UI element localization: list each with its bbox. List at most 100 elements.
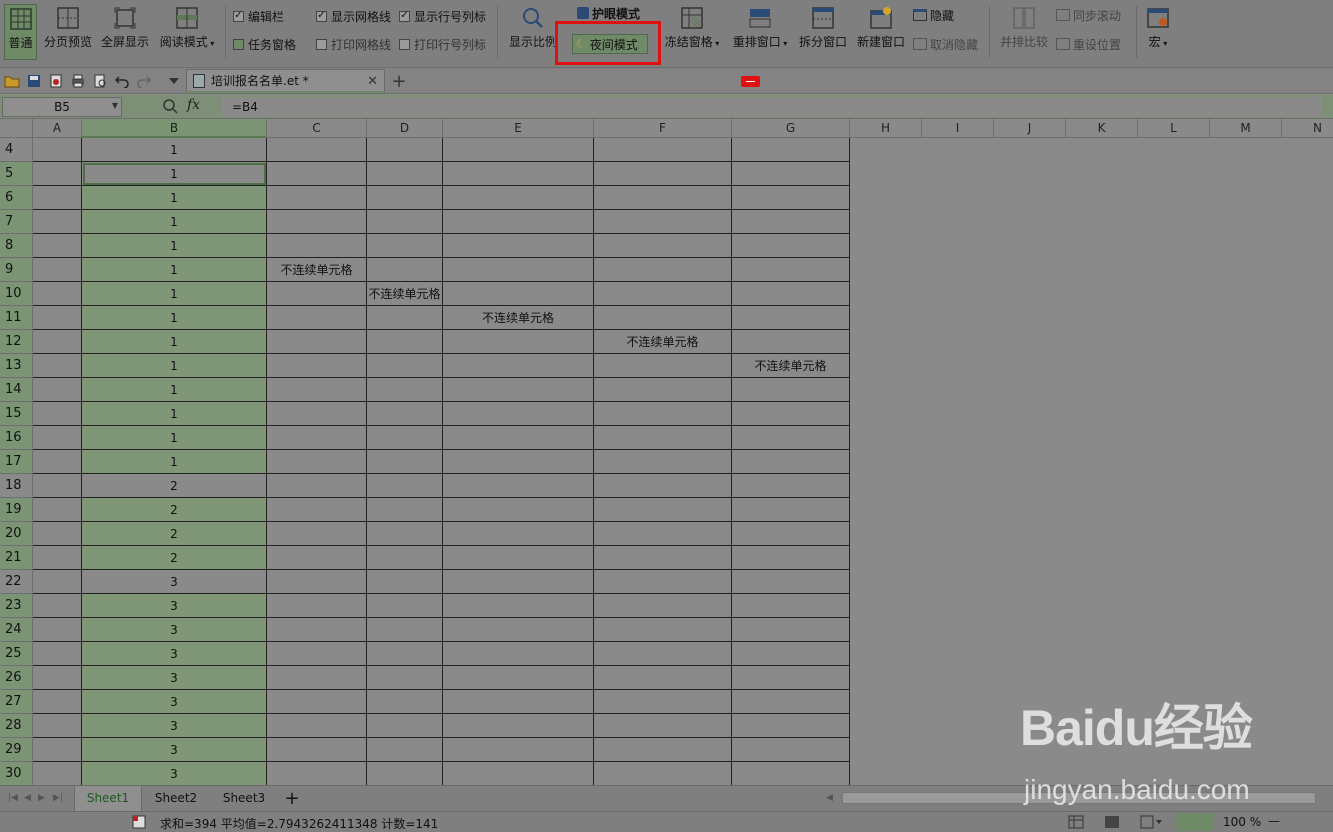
row-header[interactable]: 20 bbox=[0, 522, 33, 546]
open-folder-icon[interactable] bbox=[4, 73, 20, 89]
cell-a17[interactable] bbox=[33, 450, 82, 474]
row-header[interactable]: 30 bbox=[0, 762, 33, 785]
cell-b6[interactable]: 1 bbox=[82, 186, 267, 210]
row-header[interactable]: 24 bbox=[0, 618, 33, 642]
cell-g6[interactable] bbox=[732, 186, 850, 210]
row-header[interactable]: 19 bbox=[0, 498, 33, 522]
cell-c27[interactable] bbox=[267, 690, 367, 714]
cell-g17[interactable] bbox=[732, 450, 850, 474]
cell-d19[interactable] bbox=[367, 498, 443, 522]
cell-c18[interactable] bbox=[267, 474, 367, 498]
reading-mode-button[interactable]: 阅读模式 ▾ bbox=[157, 4, 217, 60]
cell-f30[interactable] bbox=[594, 762, 732, 785]
cell-g28[interactable] bbox=[732, 714, 850, 738]
cell-g18[interactable] bbox=[732, 474, 850, 498]
cell-c28[interactable] bbox=[267, 714, 367, 738]
cell-c14[interactable] bbox=[267, 378, 367, 402]
freeze-panes-button[interactable]: 冻结窗格 ▾ bbox=[662, 4, 722, 60]
row-header[interactable]: 7 bbox=[0, 210, 33, 234]
cell-c13[interactable] bbox=[267, 354, 367, 378]
row-header[interactable]: 18 bbox=[0, 474, 33, 498]
row-header[interactable]: 6 bbox=[0, 186, 33, 210]
cell-g22[interactable] bbox=[732, 570, 850, 594]
cell-f25[interactable] bbox=[594, 642, 732, 666]
column-header-e[interactable]: E bbox=[443, 119, 594, 138]
close-icon[interactable]: ✕ bbox=[367, 74, 378, 89]
column-header-n[interactable]: N bbox=[1282, 119, 1333, 138]
cell-c8[interactable] bbox=[267, 234, 367, 258]
page-break-preview-button[interactable]: 分页预览 bbox=[42, 4, 94, 60]
cell-c4[interactable] bbox=[267, 138, 367, 162]
page-layout-status-icon[interactable] bbox=[1140, 815, 1162, 832]
split-window-button[interactable]: 拆分窗口 bbox=[797, 4, 849, 60]
cell-b8[interactable]: 1 bbox=[82, 234, 267, 258]
cell-c9[interactable]: 不连续单元格 bbox=[267, 258, 367, 282]
cell-e29[interactable] bbox=[443, 738, 594, 762]
cell-f14[interactable] bbox=[594, 378, 732, 402]
cell-c26[interactable] bbox=[267, 666, 367, 690]
cell-d6[interactable] bbox=[367, 186, 443, 210]
cell-c29[interactable] bbox=[267, 738, 367, 762]
cell-a20[interactable] bbox=[33, 522, 82, 546]
cell-d23[interactable] bbox=[367, 594, 443, 618]
cell-c30[interactable] bbox=[267, 762, 367, 785]
cell-f16[interactable] bbox=[594, 426, 732, 450]
row-header[interactable]: 17 bbox=[0, 450, 33, 474]
full-screen-button[interactable]: 全屏显示 bbox=[99, 4, 151, 60]
cell-g30[interactable] bbox=[732, 762, 850, 785]
show-gridlines-checkbox[interactable]: ✓ 显示网格线 bbox=[316, 7, 391, 25]
cell-d8[interactable] bbox=[367, 234, 443, 258]
column-header-j[interactable]: J bbox=[994, 119, 1066, 138]
cell-b7[interactable]: 1 bbox=[82, 210, 267, 234]
macro-button[interactable]: 宏 ▾ bbox=[1143, 4, 1173, 60]
insert-function-icon[interactable]: fx bbox=[187, 97, 200, 113]
cell-c7[interactable] bbox=[267, 210, 367, 234]
print-preview-icon[interactable] bbox=[92, 73, 108, 89]
cell-a22[interactable] bbox=[33, 570, 82, 594]
cell-b21[interactable]: 2 bbox=[82, 546, 267, 570]
print-headers-checkbox[interactable]: 打印行号列标 bbox=[399, 35, 486, 53]
cell-d16[interactable] bbox=[367, 426, 443, 450]
print-icon[interactable] bbox=[70, 73, 86, 89]
search-function-icon[interactable] bbox=[162, 98, 178, 117]
cell-d30[interactable] bbox=[367, 762, 443, 785]
cell-f8[interactable] bbox=[594, 234, 732, 258]
row-header[interactable]: 4 bbox=[0, 138, 33, 162]
cell-e28[interactable] bbox=[443, 714, 594, 738]
cell-d25[interactable] bbox=[367, 642, 443, 666]
cell-a8[interactable] bbox=[33, 234, 82, 258]
cell-c24[interactable] bbox=[267, 618, 367, 642]
cell-g10[interactable] bbox=[732, 282, 850, 306]
cell-f18[interactable] bbox=[594, 474, 732, 498]
cell-f9[interactable] bbox=[594, 258, 732, 282]
name-box[interactable]: B5 ▼ bbox=[2, 97, 122, 117]
cell-c17[interactable] bbox=[267, 450, 367, 474]
sheet-tab-1[interactable]: Sheet1 bbox=[74, 786, 142, 811]
zoom-level[interactable]: 100 % bbox=[1223, 815, 1261, 829]
cell-g14[interactable] bbox=[732, 378, 850, 402]
cell-e11[interactable]: 不连续单元格 bbox=[443, 306, 594, 330]
cell-b26[interactable]: 3 bbox=[82, 666, 267, 690]
cell-e18[interactable] bbox=[443, 474, 594, 498]
cell-d24[interactable] bbox=[367, 618, 443, 642]
document-tab[interactable]: 培训报名名单.et * ✕ bbox=[186, 69, 385, 93]
column-header-k[interactable]: K bbox=[1066, 119, 1138, 138]
cell-e30[interactable] bbox=[443, 762, 594, 785]
row-header[interactable]: 8 bbox=[0, 234, 33, 258]
cell-g23[interactable] bbox=[732, 594, 850, 618]
cell-g27[interactable] bbox=[732, 690, 850, 714]
cell-f27[interactable] bbox=[594, 690, 732, 714]
cell-f7[interactable] bbox=[594, 210, 732, 234]
cell-b23[interactable]: 3 bbox=[82, 594, 267, 618]
cell-d7[interactable] bbox=[367, 210, 443, 234]
cell-a14[interactable] bbox=[33, 378, 82, 402]
cell-f12[interactable]: 不连续单元格 bbox=[594, 330, 732, 354]
column-header-c[interactable]: C bbox=[267, 119, 367, 138]
row-header[interactable]: 10 bbox=[0, 282, 33, 306]
cell-d12[interactable] bbox=[367, 330, 443, 354]
cell-f22[interactable] bbox=[594, 570, 732, 594]
cell-b17[interactable]: 1 bbox=[82, 450, 267, 474]
row-header[interactable]: 16 bbox=[0, 426, 33, 450]
cell-g21[interactable] bbox=[732, 546, 850, 570]
cell-f13[interactable] bbox=[594, 354, 732, 378]
